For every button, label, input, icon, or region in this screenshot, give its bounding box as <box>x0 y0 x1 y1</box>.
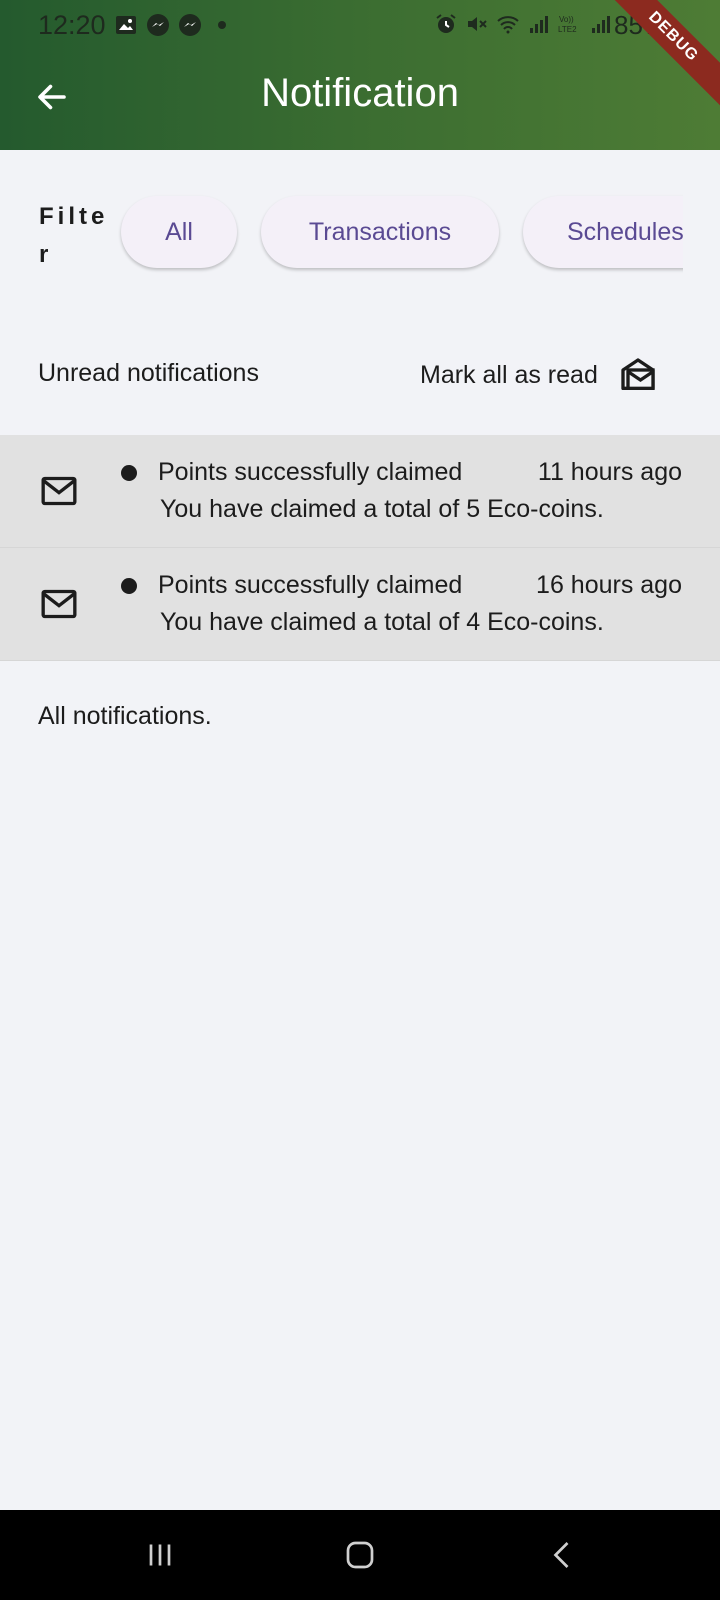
filter-chip-schedules[interactable]: Schedules <box>523 196 683 268</box>
unread-notification-list: Points successfully claimed 11 hours ago… <box>0 435 720 661</box>
signal-icon <box>592 16 610 33</box>
home-icon <box>346 1541 374 1569</box>
page-title: Notification <box>261 71 459 115</box>
home-button[interactable] <box>330 1530 390 1580</box>
filter-chip-transactions[interactable]: Transactions <box>261 196 499 268</box>
messenger-icon <box>179 14 201 36</box>
notification-body: You have claimed a total of 4 Eco-coins. <box>160 608 604 636</box>
filter-chip-all[interactable]: All <box>121 196 237 268</box>
alarm-icon <box>436 14 456 33</box>
filter-chips[interactable]: All Transactions Schedules <box>118 190 683 280</box>
notification-screen: 12:20 Vo))LTE2 85% Notification <box>0 0 720 1600</box>
mail-icon <box>41 589 77 619</box>
wifi-icon <box>497 16 519 34</box>
mute-icon <box>468 17 487 31</box>
status-time: 12:20 <box>38 10 106 40</box>
all-notifications-title: All notifications. <box>38 702 212 730</box>
notification-item[interactable]: Points successfully claimed 16 hours ago… <box>0 548 720 661</box>
notification-time: 16 hours ago <box>536 571 682 599</box>
unread-title: Unread notifications <box>38 359 259 387</box>
mail-open-icon <box>621 358 655 390</box>
unread-section-header: Unread notifications Mark all as read <box>0 345 720 405</box>
app-header: 12:20 Vo))LTE2 85% Notification <box>0 0 720 150</box>
messenger-icon <box>147 14 169 36</box>
unread-dot <box>121 465 137 481</box>
notification-time: 11 hours ago <box>537 458 682 486</box>
system-nav-bar <box>0 1510 720 1600</box>
volte-icon: Vo))LTE2 <box>558 15 577 34</box>
unread-dot <box>121 578 137 594</box>
notification-body: You have claimed a total of 5 Eco-coins. <box>160 495 604 523</box>
recent-apps-icon <box>149 1544 171 1566</box>
back-icon <box>553 1542 569 1568</box>
system-back-button[interactable] <box>533 1530 593 1580</box>
notification-title: Points successfully claimed <box>158 458 463 486</box>
dot-icon <box>218 21 226 29</box>
mark-all-read-label: Mark all as read <box>420 360 598 389</box>
notification-item[interactable]: Points successfully claimed 11 hours ago… <box>0 435 720 548</box>
svg-text:LTE2: LTE2 <box>558 25 577 34</box>
signal-icon <box>530 16 548 33</box>
status-bar: 12:20 Vo))LTE2 85% <box>0 0 720 52</box>
filter-row: Filter All Transactions Schedules <box>0 190 720 280</box>
recent-apps-button[interactable] <box>130 1530 190 1580</box>
filter-label: Filter <box>39 203 109 268</box>
notification-title: Points successfully claimed <box>158 571 463 599</box>
gallery-icon <box>116 16 136 34</box>
mark-all-read-button[interactable]: Mark all as read <box>420 345 690 405</box>
mail-icon <box>41 476 77 506</box>
svg-text:Vo)): Vo)) <box>559 15 574 24</box>
